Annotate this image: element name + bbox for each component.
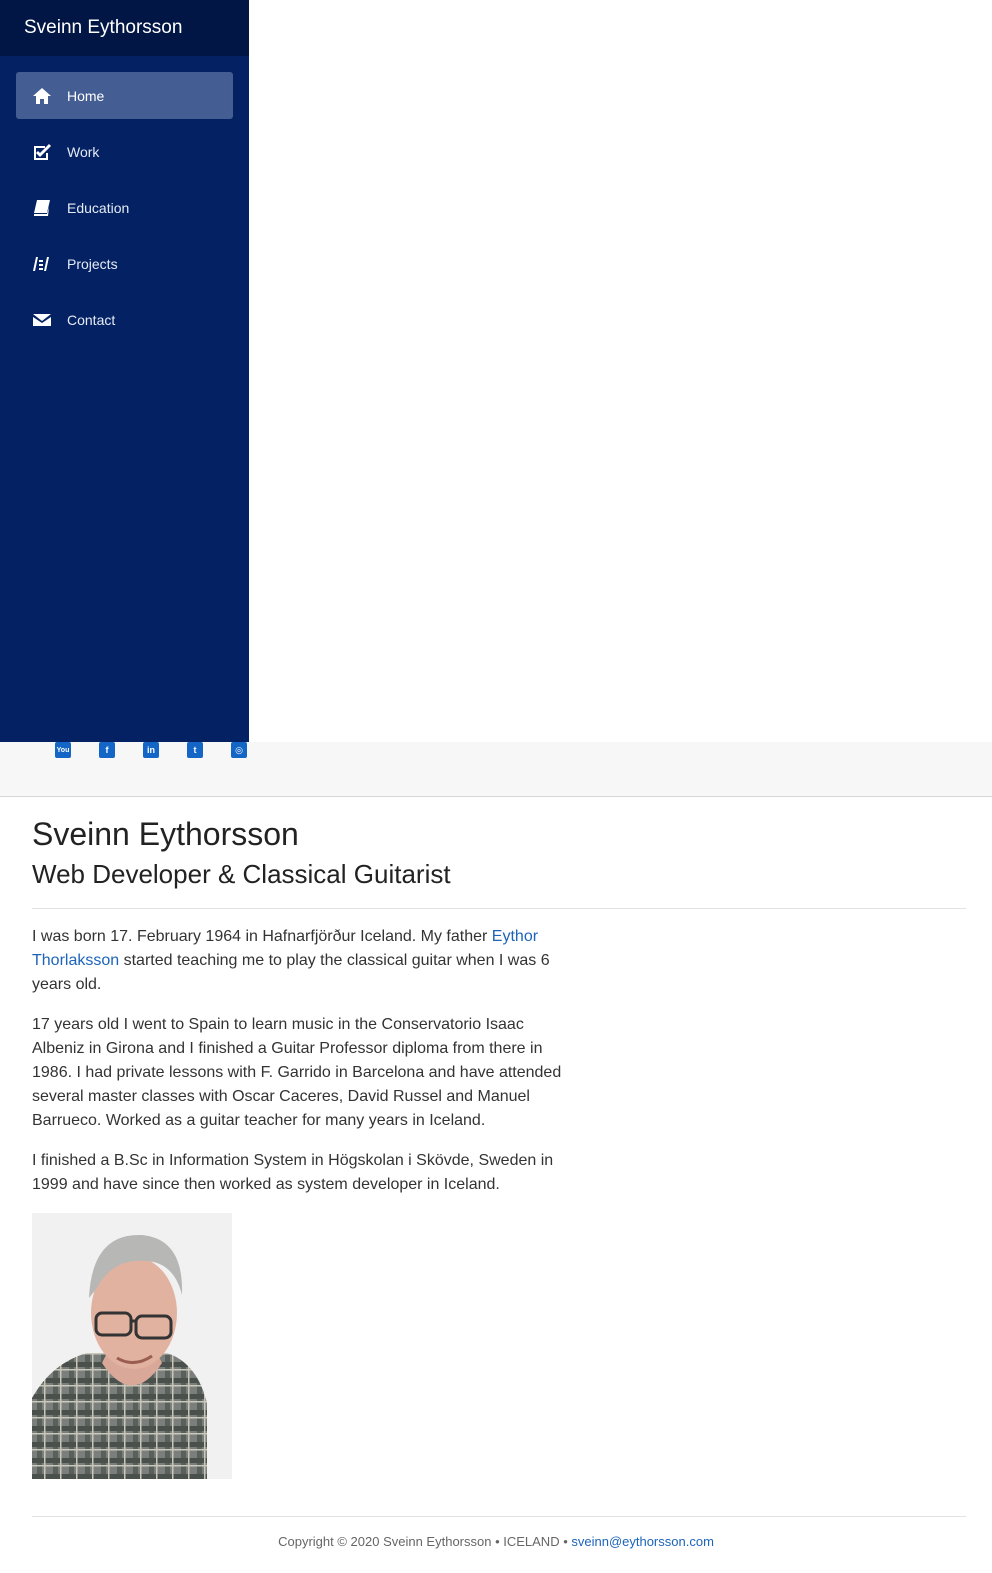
linkedin-icon[interactable]: in [143, 742, 159, 758]
bio: I was born 17. February 1964 in Hafnarfj… [32, 925, 572, 1197]
bio-paragraph: I finished a B.Sc in Information System … [32, 1152, 554, 1193]
instagram-icon[interactable]: ◎ [231, 742, 247, 758]
book-icon [32, 198, 52, 218]
checklist-icon [32, 142, 52, 162]
sidebar-item-label: Home [67, 87, 105, 104]
sidebar-item-label: Work [67, 143, 100, 160]
brand-title[interactable]: Sveinn Eythorsson [0, 0, 249, 56]
sidebar-item-projects[interactable]: Projects [16, 240, 233, 287]
sidebar-item-home[interactable]: Home [16, 72, 233, 119]
youtube-icon[interactable]: You [55, 742, 71, 758]
sidebar-item-label: Projects [67, 255, 118, 272]
envelope-icon [32, 310, 52, 330]
sidebar-item-work[interactable]: Work [16, 128, 233, 175]
home-icon [32, 86, 52, 106]
code-icon [32, 254, 52, 274]
copyright-text: Copyright © 2020 Sveinn Eythorsson • ICE… [278, 1534, 572, 1549]
sidebar-item-contact[interactable]: Contact [16, 296, 233, 343]
page: Sveinn Eythorsson Home Work Education Pr… [0, 0, 992, 1573]
sidebar-item-label: Education [67, 199, 130, 216]
page-title: Sveinn Eythorsson [32, 816, 299, 852]
sidebar: Sveinn Eythorsson Home Work Education Pr… [0, 0, 249, 743]
bio-paragraph: 17 years old I went to Spain to learn mu… [32, 1016, 562, 1129]
profile-photo [32, 1213, 232, 1479]
bio-text: I was born 17. February 1964 in Hafnarfj… [32, 928, 492, 945]
social-strip: You f in t ◎ [0, 742, 992, 797]
main-content: Sveinn Eythorsson Web Developer & Classi… [32, 815, 966, 1479]
bio-paragraph: I was born 17. February 1964 in Hafnarfj… [32, 925, 572, 997]
facebook-icon[interactable]: f [99, 742, 115, 758]
email-link[interactable]: sveinn@eythorsson.com [571, 1534, 714, 1549]
sidebar-item-education[interactable]: Education [16, 184, 233, 231]
footer: Copyright © 2020 Sveinn Eythorsson • ICE… [0, 1534, 992, 1549]
twitter-icon[interactable]: t [187, 742, 203, 758]
divider [32, 908, 966, 909]
footer-divider [32, 1516, 966, 1517]
sidebar-nav: Home Work Education Projects Contact [0, 56, 249, 343]
page-subtitle: Web Developer & Classical Guitarist [32, 859, 451, 889]
sidebar-item-label: Contact [67, 311, 116, 328]
social-links: You f in t ◎ [55, 742, 247, 758]
